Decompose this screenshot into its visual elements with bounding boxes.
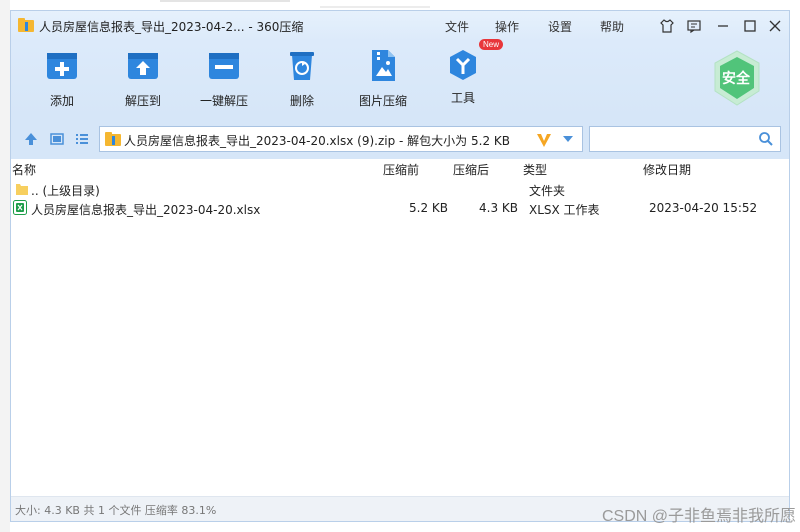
column-compressed-size[interactable]: 压缩后 (453, 161, 489, 178)
maximize-icon[interactable] (742, 18, 758, 34)
file-compressed-size: 4.3 KB (479, 201, 518, 215)
status-text: 大小: 4.3 KB 共 1 个文件 压缩率 83.1% (15, 504, 217, 517)
add-button[interactable]: 添加 (27, 47, 97, 109)
safe-label: 安全 (722, 71, 750, 87)
secure-check-icon[interactable] (536, 132, 552, 148)
menu-operation[interactable]: 操作 (495, 18, 519, 35)
list-item-parent-directory[interactable]: .. (上级目录) 文件夹 (11, 180, 789, 199)
image-compress-label: 图片压缩 (358, 94, 407, 108)
thumbnail-view-icon[interactable] (49, 131, 65, 147)
folder-icon (16, 184, 28, 195)
add-label: 添加 (49, 94, 74, 108)
image-compress-icon (372, 50, 395, 81)
background-document-edge (0, 0, 10, 532)
title-bar: 人员房屋信息报表_导出_2023-04-2... - 360压缩 文件 操作 设… (11, 11, 789, 41)
archive-app-icon (18, 18, 34, 32)
delete-label: 删除 (289, 94, 314, 108)
archive-window: 人员房屋信息报表_导出_2023-04-2... - 360压缩 文件 操作 设… (10, 10, 790, 522)
list-view-icon[interactable] (74, 131, 90, 147)
file-name: .. (上级目录) (31, 184, 100, 198)
excel-file-icon (13, 200, 27, 215)
column-original-size[interactable]: 压缩前 (383, 161, 419, 178)
file-original-size: 5.2 KB (409, 201, 448, 215)
column-name[interactable]: 名称 (12, 161, 36, 178)
delete-button[interactable]: 删除 (267, 47, 337, 109)
image-compress-button[interactable]: 图片压缩 (348, 47, 418, 109)
archive-icon (105, 132, 121, 146)
file-type: 文件夹 (529, 184, 566, 198)
file-type: XLSX 工作表 (529, 203, 600, 217)
extract-to-label: 解压到 (124, 94, 161, 108)
menu-file[interactable]: 文件 (445, 18, 469, 35)
tools-icon: New (445, 39, 503, 83)
background-document-line (320, 6, 430, 8)
menu-help[interactable]: 帮助 (600, 18, 624, 35)
file-name: 人员房屋信息报表_导出_2023-04-20.xlsx (31, 203, 261, 217)
extract-to-button[interactable]: 解压到 (108, 47, 178, 109)
one-click-extract-label: 一键解压 (199, 94, 248, 108)
chevron-down-icon[interactable] (562, 135, 574, 143)
address-bar: 人员房屋信息报表_导出_2023-04-20.xlsx (9).zip - 解包… (11, 119, 789, 159)
tools-label: 工具 (450, 91, 475, 105)
search-input[interactable] (589, 126, 781, 152)
watermark: CSDN @子非鱼焉非我所愿 (601, 508, 796, 525)
extract-to-icon (128, 53, 158, 79)
menu-settings[interactable]: 设置 (548, 18, 572, 35)
path-input[interactable]: 人员房屋信息报表_导出_2023-04-20.xlsx (9).zip - 解包… (99, 126, 583, 152)
column-modified-date[interactable]: 修改日期 (643, 161, 691, 178)
minimize-icon[interactable] (715, 18, 731, 34)
list-item-file[interactable]: 人员房屋信息报表_导出_2023-04-20.xlsx 5.2 KB 4.3 K… (11, 199, 789, 218)
add-icon (47, 53, 77, 79)
delete-icon (290, 52, 314, 80)
column-header-row: 名称 压缩前 压缩后 类型 修改日期 (11, 159, 789, 179)
one-click-extract-icon (209, 53, 239, 79)
column-type[interactable]: 类型 (523, 161, 547, 178)
background-document-line (160, 0, 290, 2)
skin-icon[interactable] (659, 18, 675, 34)
file-modified-date: 2023-04-20 15:52 (649, 201, 758, 215)
safe-shield-badge[interactable]: 安全 (711, 49, 763, 107)
window-title: 人员房屋信息报表_导出_2023-04-2... - 360压缩 (39, 20, 304, 34)
archive-path: 人员房屋信息报表_导出_2023-04-20.xlsx (9).zip - 解包… (124, 134, 510, 148)
close-icon[interactable] (767, 18, 783, 34)
toolbar: 添加 解压到 一键解压 删除 图片压缩 New 工具 安全 (11, 39, 789, 119)
search-icon[interactable] (758, 131, 774, 147)
tools-button[interactable]: New 工具 (428, 39, 503, 106)
new-badge: New (478, 39, 503, 50)
up-arrow-icon[interactable] (23, 131, 39, 147)
feedback-icon[interactable] (686, 18, 702, 34)
one-click-extract-button[interactable]: 一键解压 (189, 47, 259, 109)
